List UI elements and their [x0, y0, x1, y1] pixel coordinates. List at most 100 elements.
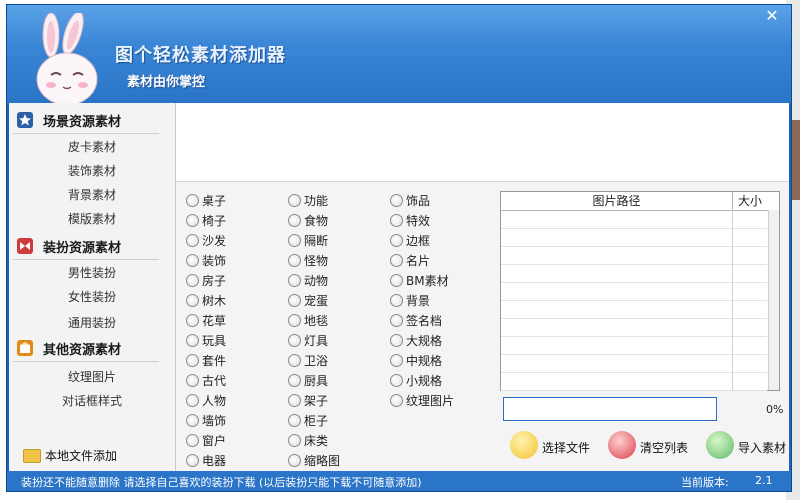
close-button[interactable]: ✕: [763, 7, 781, 25]
radio-circle[interactable]: [390, 254, 403, 267]
rabbit-mascot-icon: [36, 13, 98, 105]
table-row[interactable]: [501, 228, 767, 247]
radio-label: 柜子: [304, 414, 329, 428]
radio-circle[interactable]: [288, 274, 301, 287]
sidebar-item-texture[interactable]: 纹理图片: [9, 367, 175, 387]
radio-circle[interactable]: [186, 334, 199, 347]
radio-circle[interactable]: [288, 214, 301, 227]
main-panel: 桌子 椅子 沙发 装饰 房子 树木 花草 玩具 套件 古代 人物 墙饰 窗户 电器 功能 食物 隔断 怪物 动物 宠蛋…: [176, 103, 789, 471]
table-row[interactable]: [501, 300, 767, 319]
folder-icon: [23, 449, 41, 463]
clear-list-button[interactable]: 清空列表: [608, 431, 698, 461]
radio-circle[interactable]: [390, 314, 403, 327]
radio-circle[interactable]: [288, 254, 301, 267]
radio-circle[interactable]: [288, 434, 301, 447]
radio-circle[interactable]: [390, 354, 403, 367]
radio-label: BM素材: [406, 274, 449, 288]
radio-circle[interactable]: [288, 194, 301, 207]
radio-circle[interactable]: [288, 294, 301, 307]
radio-label: 边框: [406, 234, 431, 248]
radio-circle[interactable]: [186, 314, 199, 327]
sidebar-item-template[interactable]: 模版素材: [9, 209, 175, 229]
table-row[interactable]: [501, 210, 767, 229]
radio-circle[interactable]: [288, 354, 301, 367]
radio-label: 树木: [202, 294, 227, 308]
sidebar-section-other[interactable]: 其他资源素材: [13, 335, 159, 362]
radio-circle[interactable]: [390, 214, 403, 227]
radio-label: 宠蛋: [304, 294, 329, 308]
file-path-input[interactable]: [503, 397, 717, 421]
radio-circle[interactable]: [186, 454, 199, 467]
radio-circle[interactable]: [288, 394, 301, 407]
box-icon: [17, 340, 33, 356]
sidebar-item-pika[interactable]: 皮卡素材: [9, 137, 175, 157]
version-label: 当前版本:: [681, 476, 729, 489]
sidebar-item-female[interactable]: 女性装扮: [9, 287, 175, 307]
sidebar-item-background[interactable]: 背景素材: [9, 185, 175, 205]
radio-circle[interactable]: [186, 414, 199, 427]
radio-label: 纹理图片: [406, 394, 455, 408]
choose-file-button[interactable]: 选择文件: [510, 431, 600, 461]
radio-circle[interactable]: [390, 274, 403, 287]
table-header: 图片路径 大小: [501, 192, 779, 211]
table-row[interactable]: [501, 336, 767, 355]
sidebar-section-scene[interactable]: 场景资源素材: [13, 107, 159, 134]
image-list-table[interactable]: 图片路径 大小: [500, 191, 780, 391]
table-row[interactable]: [501, 354, 767, 373]
version-number: 2.1: [755, 474, 773, 487]
radio-label: 卫浴: [304, 354, 329, 368]
sidebar-item-dialog-style[interactable]: 对话框样式: [9, 391, 175, 411]
radio-circle[interactable]: [186, 374, 199, 387]
sidebar-section-label: 场景资源素材: [43, 115, 122, 130]
sidebar-section-dressup[interactable]: 装扮资源素材: [13, 233, 159, 260]
radio-circle[interactable]: [186, 254, 199, 267]
column-header-path[interactable]: 图片路径: [501, 192, 733, 210]
progress-percent: 0%: [766, 403, 784, 416]
table-row[interactable]: [501, 282, 767, 301]
local-file-add-button[interactable]: 本地文件添加: [23, 447, 173, 465]
radio-label: 套件: [202, 354, 227, 368]
radio-circle[interactable]: [288, 314, 301, 327]
table-row[interactable]: [501, 372, 767, 391]
radio-circle[interactable]: [186, 434, 199, 447]
radio-label: 功能: [304, 194, 329, 208]
radio-circle[interactable]: [390, 334, 403, 347]
radio-circle[interactable]: [186, 354, 199, 367]
title-bar[interactable]: 图个轻松素材添加器 素材由你掌控 ✕: [7, 5, 791, 105]
radio-circle[interactable]: [390, 194, 403, 207]
app-subtitle: 素材由你掌控: [127, 75, 206, 90]
preview-area: [176, 103, 789, 182]
radio-label: 签名档: [406, 314, 443, 328]
radio-circle[interactable]: [186, 394, 199, 407]
import-icon: [706, 431, 734, 459]
radio-circle[interactable]: [186, 214, 199, 227]
column-header-size[interactable]: 大小: [733, 192, 767, 210]
radio-circle[interactable]: [288, 234, 301, 247]
radio-label: 电器: [202, 454, 227, 468]
table-row[interactable]: [501, 318, 767, 337]
radio-circle[interactable]: [288, 454, 301, 467]
radio-circle[interactable]: [390, 234, 403, 247]
sidebar-item-decor[interactable]: 装饰素材: [9, 161, 175, 181]
radio-circle[interactable]: [390, 394, 403, 407]
radio-circle[interactable]: [186, 294, 199, 307]
radio-circle[interactable]: [186, 194, 199, 207]
table-row[interactable]: [501, 246, 767, 265]
clear-list-label: 清空列表: [640, 441, 689, 455]
sidebar-item-male[interactable]: 男性装扮: [9, 263, 175, 283]
radio-circle[interactable]: [288, 374, 301, 387]
radio-circle[interactable]: [186, 274, 199, 287]
sidebar-item-general[interactable]: 通用装扮: [9, 313, 175, 333]
radio-label: 灯具: [304, 334, 329, 348]
radio-circle[interactable]: [186, 234, 199, 247]
table-row[interactable]: [501, 264, 767, 283]
radio-circle[interactable]: [390, 294, 403, 307]
folder-open-icon: [510, 431, 538, 459]
radio-circle[interactable]: [288, 334, 301, 347]
radio-label: 沙发: [202, 234, 227, 248]
radio-circle[interactable]: [390, 374, 403, 387]
radio-label: 动物: [304, 274, 329, 288]
radio-circle[interactable]: [288, 414, 301, 427]
table-scrollbar[interactable]: [768, 210, 779, 390]
import-button[interactable]: 导入素材: [706, 431, 788, 461]
